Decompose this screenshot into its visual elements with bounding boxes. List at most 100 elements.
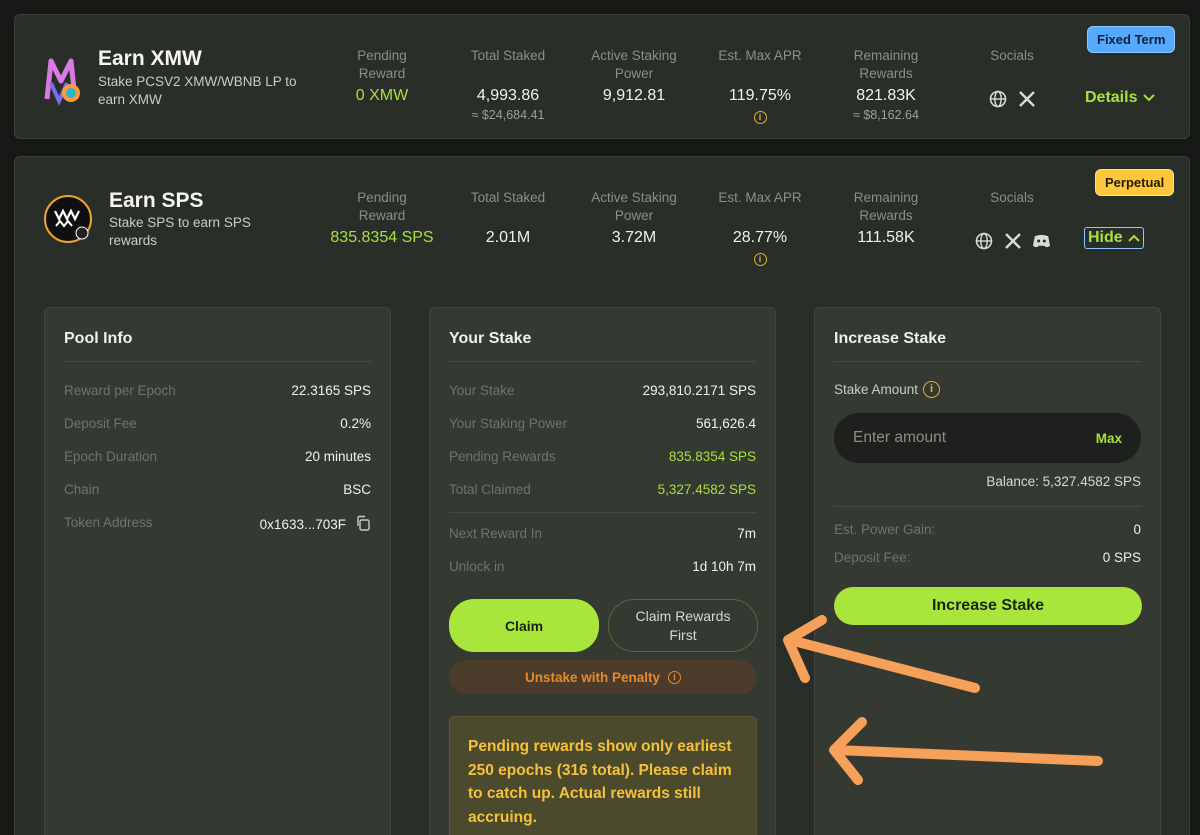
stake-amount-input-box: Max xyxy=(834,413,1141,463)
stake-amount-label-group: Stake Amount i xyxy=(834,381,941,398)
row-value: 0.2% xyxy=(340,416,371,431)
stat-label: Pending Reward xyxy=(357,48,407,81)
unstake-with-penalty-button[interactable]: Unstake with Penalty i xyxy=(449,660,757,694)
xmw-logo xyxy=(43,53,87,111)
stake-amount-label: Stake Amount xyxy=(834,382,919,397)
stat-value: 4,993.86 xyxy=(476,87,540,104)
increase-stake-button[interactable]: Increase Stake xyxy=(834,587,1142,625)
hide-button[interactable]: Hide xyxy=(1084,227,1144,249)
stat-remaining-rewards: Remaining Rewards 111.58K xyxy=(821,189,951,247)
stat-label: Active Staking Power xyxy=(591,190,677,223)
row-label: Reward per Epoch xyxy=(64,383,176,398)
stake-info-row: Est. Power Gain: 0 xyxy=(834,522,1141,537)
divider xyxy=(834,506,1141,507)
row-label: Deposit Fee xyxy=(64,416,137,431)
chevron-up-icon xyxy=(1127,229,1140,247)
stat-total-staked: Total Staked 4,993.86 ≈ $24,684.41 xyxy=(443,47,573,122)
increase-stake-panel: Increase Stake Stake Amount i Max Balanc… xyxy=(814,307,1161,835)
stat-total-staked: Total Staked 2.01M xyxy=(443,189,573,247)
pool-card-xmw: Earn XMW Stake PCSV2 XMW/WBNB LP to earn… xyxy=(14,14,1190,139)
stake-amount-input[interactable] xyxy=(853,429,1053,447)
row-label: Your Stake xyxy=(449,383,515,398)
stat-value: 2.01M xyxy=(485,229,531,246)
info-row: Chain BSC xyxy=(64,482,371,497)
row-value: 561,626.4 xyxy=(695,416,756,431)
x-icon[interactable] xyxy=(1017,89,1036,108)
info-row: Token Address 0x1633...703F xyxy=(64,515,371,534)
chevron-down-icon xyxy=(1143,89,1156,107)
row-label: Epoch Duration xyxy=(64,449,158,464)
stat-socials: Socials xyxy=(947,189,1077,207)
stat-socials: Socials xyxy=(947,47,1077,65)
row-label: Chain xyxy=(64,482,100,497)
stake-row: Pending Rewards 835.8354 SPS xyxy=(449,449,756,464)
stat-label: Socials xyxy=(990,48,1034,63)
pool-info-panel: Pool Info Reward per Epoch 22.3165 SPS D… xyxy=(44,307,391,835)
details-button[interactable]: Details xyxy=(1085,89,1156,107)
row-value: 1d 10h 7m xyxy=(692,559,756,574)
info-row: Reward per Epoch 22.3165 SPS xyxy=(64,383,371,398)
globe-icon[interactable] xyxy=(974,231,993,250)
pool-title: Earn XMW xyxy=(98,47,202,70)
stat-label: Socials xyxy=(990,190,1034,205)
row-label: Next Reward In xyxy=(449,526,543,541)
stat-label: Remaining Rewards xyxy=(853,190,919,223)
row-value: 22.3165 SPS xyxy=(291,383,371,398)
stake-row: Unlock in 1d 10h 7m xyxy=(449,559,756,574)
stat-label: Total Staked xyxy=(470,190,546,205)
info-icon[interactable]: i xyxy=(753,111,767,124)
row-value: 5,327.4582 SPS xyxy=(657,482,756,497)
stat-value: 119.75% xyxy=(729,87,791,104)
perpetual-badge: Perpetual xyxy=(1095,169,1175,196)
stat-active-staking-power: Active Staking Power 9,912.81 xyxy=(569,47,699,105)
stat-pending-reward: Pending Reward 835.8354 SPS xyxy=(317,189,447,247)
button-label: Claim Rewards First xyxy=(635,607,731,643)
row-label: Pending Rewards xyxy=(449,449,556,464)
globe-icon[interactable] xyxy=(988,89,1007,108)
pending-rewards-notice: Pending rewards show only earliest 250 e… xyxy=(449,716,757,835)
copy-icon[interactable] xyxy=(355,515,371,534)
stat-active-staking-power: Active Staking Power 3.72M xyxy=(569,189,699,247)
panel-title: Increase Stake xyxy=(834,330,947,347)
stat-est-max-apr: Est. Max APR 28.77% i xyxy=(695,189,825,267)
stat-label: Est. Max APR xyxy=(718,190,802,205)
row-value: 0x1633...703F xyxy=(259,517,346,532)
fixed-term-badge: Fixed Term xyxy=(1087,26,1176,53)
info-icon[interactable]: i xyxy=(923,381,941,398)
stake-info-row: Deposit Fee: 0 SPS xyxy=(834,550,1141,565)
stat-label: Active Staking Power xyxy=(591,48,677,81)
row-value: 0 SPS xyxy=(1102,550,1141,565)
stake-row: Total Claimed 5,327.4582 SPS xyxy=(449,482,756,497)
info-row: Deposit Fee 0.2% xyxy=(64,416,371,431)
balance-text: Balance: 5,327.4582 SPS xyxy=(986,474,1141,489)
pool-title: Earn SPS xyxy=(109,189,204,212)
stat-sub-value: ≈ $24,684.41 xyxy=(471,108,545,122)
discord-icon[interactable] xyxy=(1032,231,1051,250)
stat-pending-reward: Pending Reward 0 XMW xyxy=(317,47,447,105)
stat-sub-value: ≈ $8,162.64 xyxy=(853,108,919,122)
x-icon[interactable] xyxy=(1003,231,1022,250)
row-value: 20 minutes xyxy=(304,449,371,464)
claim-button[interactable]: Claim xyxy=(449,599,599,652)
pool-card-sps: Earn SPS Stake SPS to earn SPS rewards P… xyxy=(14,156,1190,835)
stat-label: Remaining Rewards xyxy=(853,48,919,81)
divider xyxy=(449,512,756,513)
stat-label: Pending Reward xyxy=(357,190,407,223)
info-icon: i xyxy=(668,670,682,684)
stat-value: 28.77% xyxy=(732,229,788,246)
info-row: Epoch Duration 20 minutes xyxy=(64,449,371,464)
row-label: Token Address xyxy=(64,515,153,530)
max-button[interactable]: Max xyxy=(1096,431,1122,446)
row-label: Deposit Fee: xyxy=(834,550,911,565)
row-value: 835.8354 SPS xyxy=(668,449,756,464)
button-label: Unstake with Penalty xyxy=(524,669,661,685)
stat-label: Total Staked xyxy=(470,48,546,63)
stat-value: 111.58K xyxy=(857,229,915,246)
stat-value: 9,912.81 xyxy=(602,87,666,104)
row-label: Total Claimed xyxy=(449,482,531,497)
stat-value: 835.8354 SPS xyxy=(330,229,434,246)
claim-rewards-first-button[interactable]: Claim Rewards First xyxy=(608,599,758,652)
panel-title: Pool Info xyxy=(64,330,133,347)
info-icon[interactable]: i xyxy=(753,253,767,266)
divider xyxy=(449,361,756,362)
